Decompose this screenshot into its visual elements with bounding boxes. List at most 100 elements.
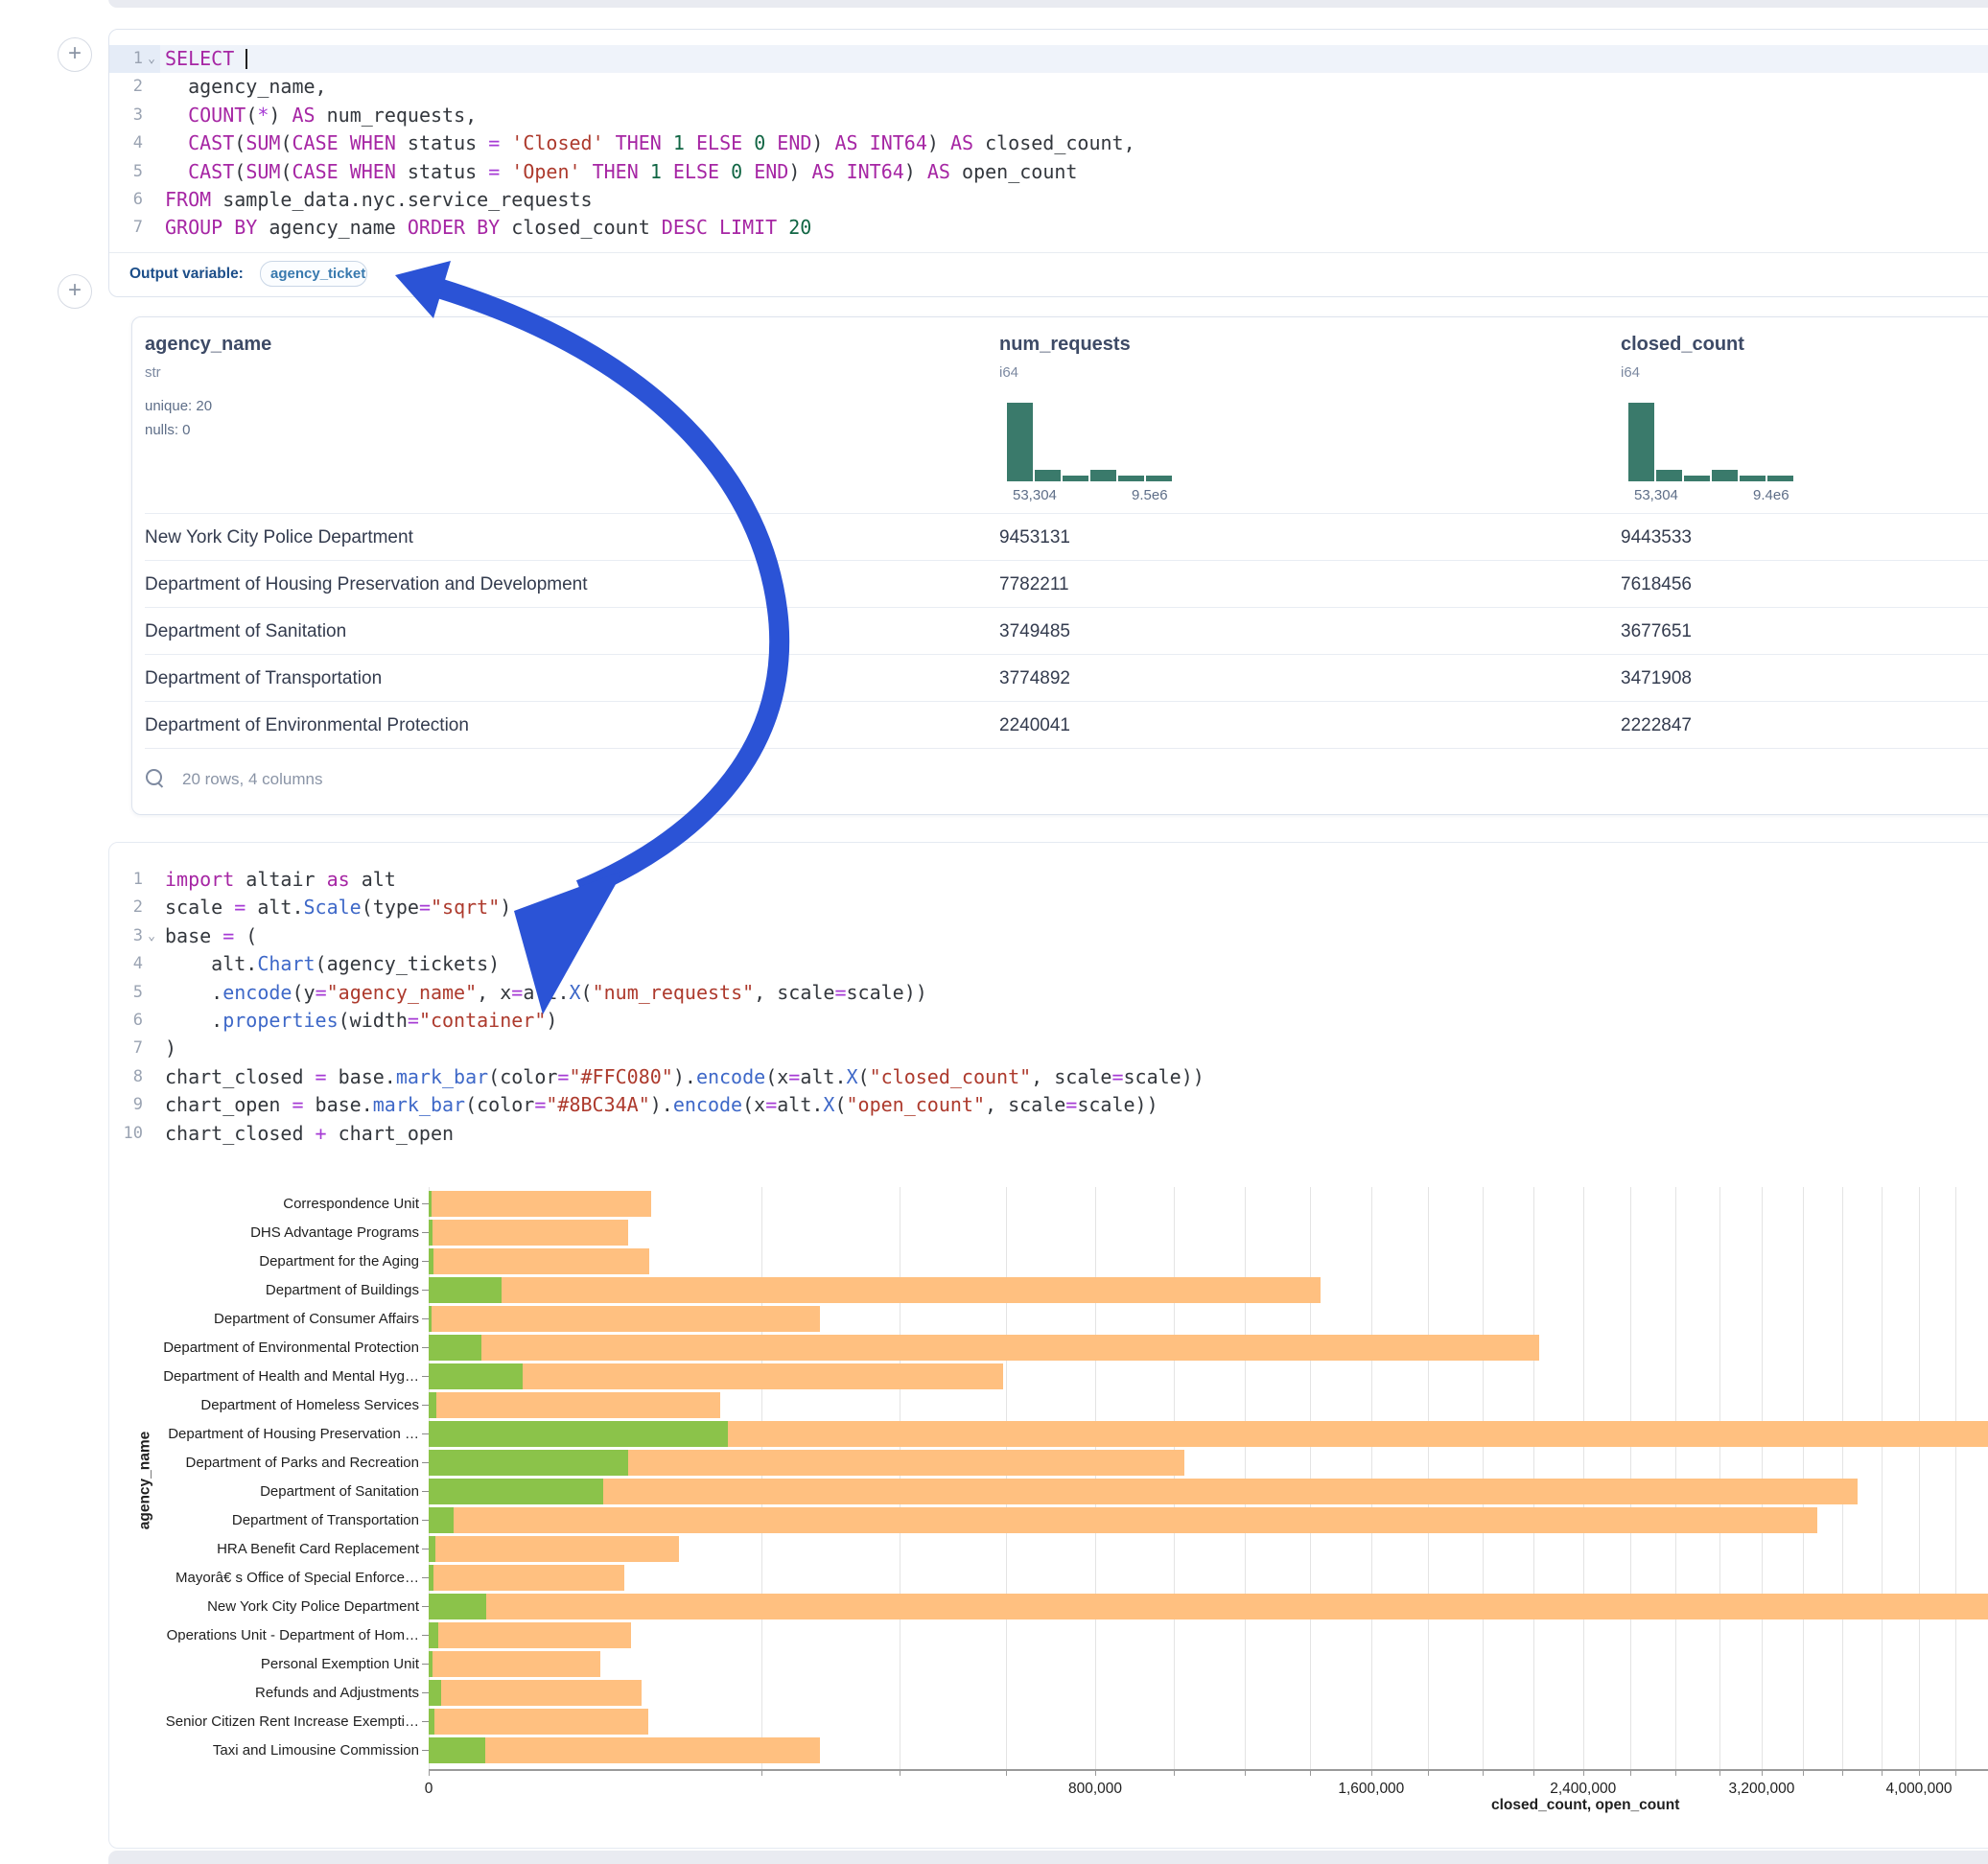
y-axis-tick	[422, 1606, 429, 1607]
y-axis-label: Department of Sanitation	[16, 1483, 419, 1500]
y-axis-tick	[422, 1664, 429, 1665]
chart-bar-open	[429, 1594, 486, 1619]
table-bottom-divider	[145, 748, 1988, 749]
sql-code-editor[interactable]: SELECT agency_name, COUNT(*) AS num_requ…	[165, 45, 1135, 243]
sql-line-numbers: 1⌄234567	[108, 45, 160, 243]
table-row: Department of Environmental Protection22…	[145, 701, 1988, 749]
histogram-bar	[1628, 403, 1654, 481]
table-cell: 7782211	[999, 561, 1069, 608]
chart-gridline	[1919, 1187, 1920, 1769]
table-row: Department of Sanitation37494853677651	[145, 607, 1988, 655]
line-number: 3⌄	[108, 922, 160, 950]
table-cell: 3471908	[1621, 655, 1692, 702]
chart-bar-open	[429, 1479, 603, 1504]
chart-bar-open	[429, 1737, 485, 1763]
column-header-closed-count[interactable]: closed_count	[1621, 334, 1744, 356]
code-line: COUNT(*) AS num_requests,	[165, 102, 1135, 129]
search-icon[interactable]	[146, 769, 162, 785]
y-axis-tick	[422, 1750, 429, 1751]
table-cell: Department of Transportation	[145, 655, 382, 702]
code-line: chart_open = base.mark_bar(color="#8BC34…	[165, 1091, 1204, 1119]
table-footer-summary: 20 rows, 4 columns	[182, 770, 322, 789]
chart-bar-open	[429, 1565, 433, 1591]
chart-bar-open	[429, 1191, 432, 1217]
histogram-bar	[1684, 476, 1710, 481]
chart-bar-open	[429, 1335, 481, 1361]
code-line: alt.Chart(agency_tickets)	[165, 950, 1204, 978]
y-axis-tick	[422, 1721, 429, 1722]
add-cell-button-top[interactable]: +	[58, 37, 92, 72]
y-axis-label: Senior Citizen Rent Increase Exempti…	[16, 1713, 419, 1730]
cell-divider	[109, 252, 1988, 253]
y-axis-label: Operations Unit - Department of Hom…	[16, 1627, 419, 1643]
y-axis-label: Department of Health and Mental Hyg…	[16, 1368, 419, 1385]
fold-chevron-icon: ⌄	[143, 45, 160, 73]
y-axis-label: Personal Exemption Unit	[16, 1656, 419, 1672]
line-number: 10	[108, 1120, 160, 1148]
python-code-editor[interactable]: import altair as altscale = alt.Scale(ty…	[165, 866, 1204, 1148]
chart-bar-closed	[429, 1335, 1539, 1361]
code-line: .properties(width="container")	[165, 1007, 1204, 1035]
chart-bar-open	[429, 1220, 433, 1246]
x-axis-tick-label: 1,600,000	[1295, 1781, 1448, 1798]
histogram-bar	[1007, 403, 1033, 481]
chart-gridline	[1955, 1187, 1956, 1769]
chart-bar-closed	[429, 1220, 628, 1246]
output-variable-label: Output variable:	[129, 266, 244, 283]
code-line: agency_name,	[165, 73, 1135, 101]
y-axis-tick	[422, 1577, 429, 1578]
table-cell: 3774892	[999, 655, 1070, 702]
fold-chevron-icon: ⌄	[143, 922, 160, 950]
python-line-numbers: 123⌄45678910	[108, 866, 160, 1148]
y-axis-tick	[422, 1520, 429, 1521]
histogram-bar	[1656, 470, 1682, 481]
y-axis-tick	[422, 1405, 429, 1406]
histogram-bar	[1146, 476, 1172, 481]
code-line: FROM sample_data.nyc.service_requests	[165, 186, 1135, 214]
y-axis-label: Department of Parks and Recreation	[16, 1455, 419, 1471]
chart-bar-open	[429, 1363, 523, 1389]
y-axis-label: Department of Homeless Services	[16, 1397, 419, 1413]
table-cell: 2222847	[1621, 702, 1692, 749]
chart-bar-closed	[429, 1709, 648, 1735]
chart-bar-open	[429, 1450, 628, 1476]
histogram-min-label: 53,304	[1013, 487, 1057, 503]
plus-icon: +	[68, 40, 82, 66]
line-number: 1	[108, 866, 160, 894]
table-row: Department of Housing Preservation and D…	[145, 560, 1988, 608]
chart-bar-open	[429, 1622, 438, 1648]
column-header-num-requests[interactable]: num_requests	[999, 334, 1131, 356]
table-row: Department of Transportation 3774892 34719…	[145, 654, 1988, 702]
output-variable-pill[interactable]: agency_tickets	[260, 261, 367, 287]
line-number: 2	[108, 894, 160, 921]
table-row: New York City Police Department945313194…	[145, 513, 1988, 561]
line-number: 7	[108, 214, 160, 242]
chart-bar-open	[429, 1507, 454, 1533]
add-cell-button-middle[interactable]: +	[58, 274, 92, 309]
line-number: 4	[108, 129, 160, 157]
code-line: SELECT	[165, 45, 1135, 73]
x-axis-tick-label: 2,400,000	[1507, 1781, 1660, 1798]
code-line: base = (	[165, 922, 1204, 950]
table-cell: 3749485	[999, 608, 1070, 655]
line-number: 9	[108, 1091, 160, 1119]
code-line: chart_closed + chart_open	[165, 1120, 1204, 1148]
table-cell: 3677651	[1621, 608, 1692, 655]
chart-bar-closed	[429, 1565, 624, 1591]
y-axis-label: Department for the Aging	[16, 1253, 419, 1270]
histogram-max-label: 9.4e6	[1753, 487, 1789, 503]
x-axis-line	[429, 1769, 1988, 1771]
chart-bar-closed	[429, 1479, 1858, 1504]
y-axis-tick	[422, 1347, 429, 1348]
chart-bar-open	[429, 1277, 502, 1303]
y-axis-tick	[422, 1433, 429, 1434]
y-axis-label: DHS Advantage Programs	[16, 1224, 419, 1241]
table-cell: 7618456	[1621, 561, 1692, 608]
column-type-closed-count: i64	[1621, 364, 1640, 381]
code-line: CAST(SUM(CASE WHEN status = 'Closed' THE…	[165, 129, 1135, 157]
code-line: .encode(y="agency_name", x=alt.X("num_re…	[165, 979, 1204, 1007]
previous-cell-edge	[108, 0, 1988, 8]
x-axis-tick-label: 3,200,000	[1685, 1781, 1838, 1798]
column-header-agency-name[interactable]: agency_name	[145, 334, 271, 356]
y-axis-tick	[422, 1462, 429, 1463]
